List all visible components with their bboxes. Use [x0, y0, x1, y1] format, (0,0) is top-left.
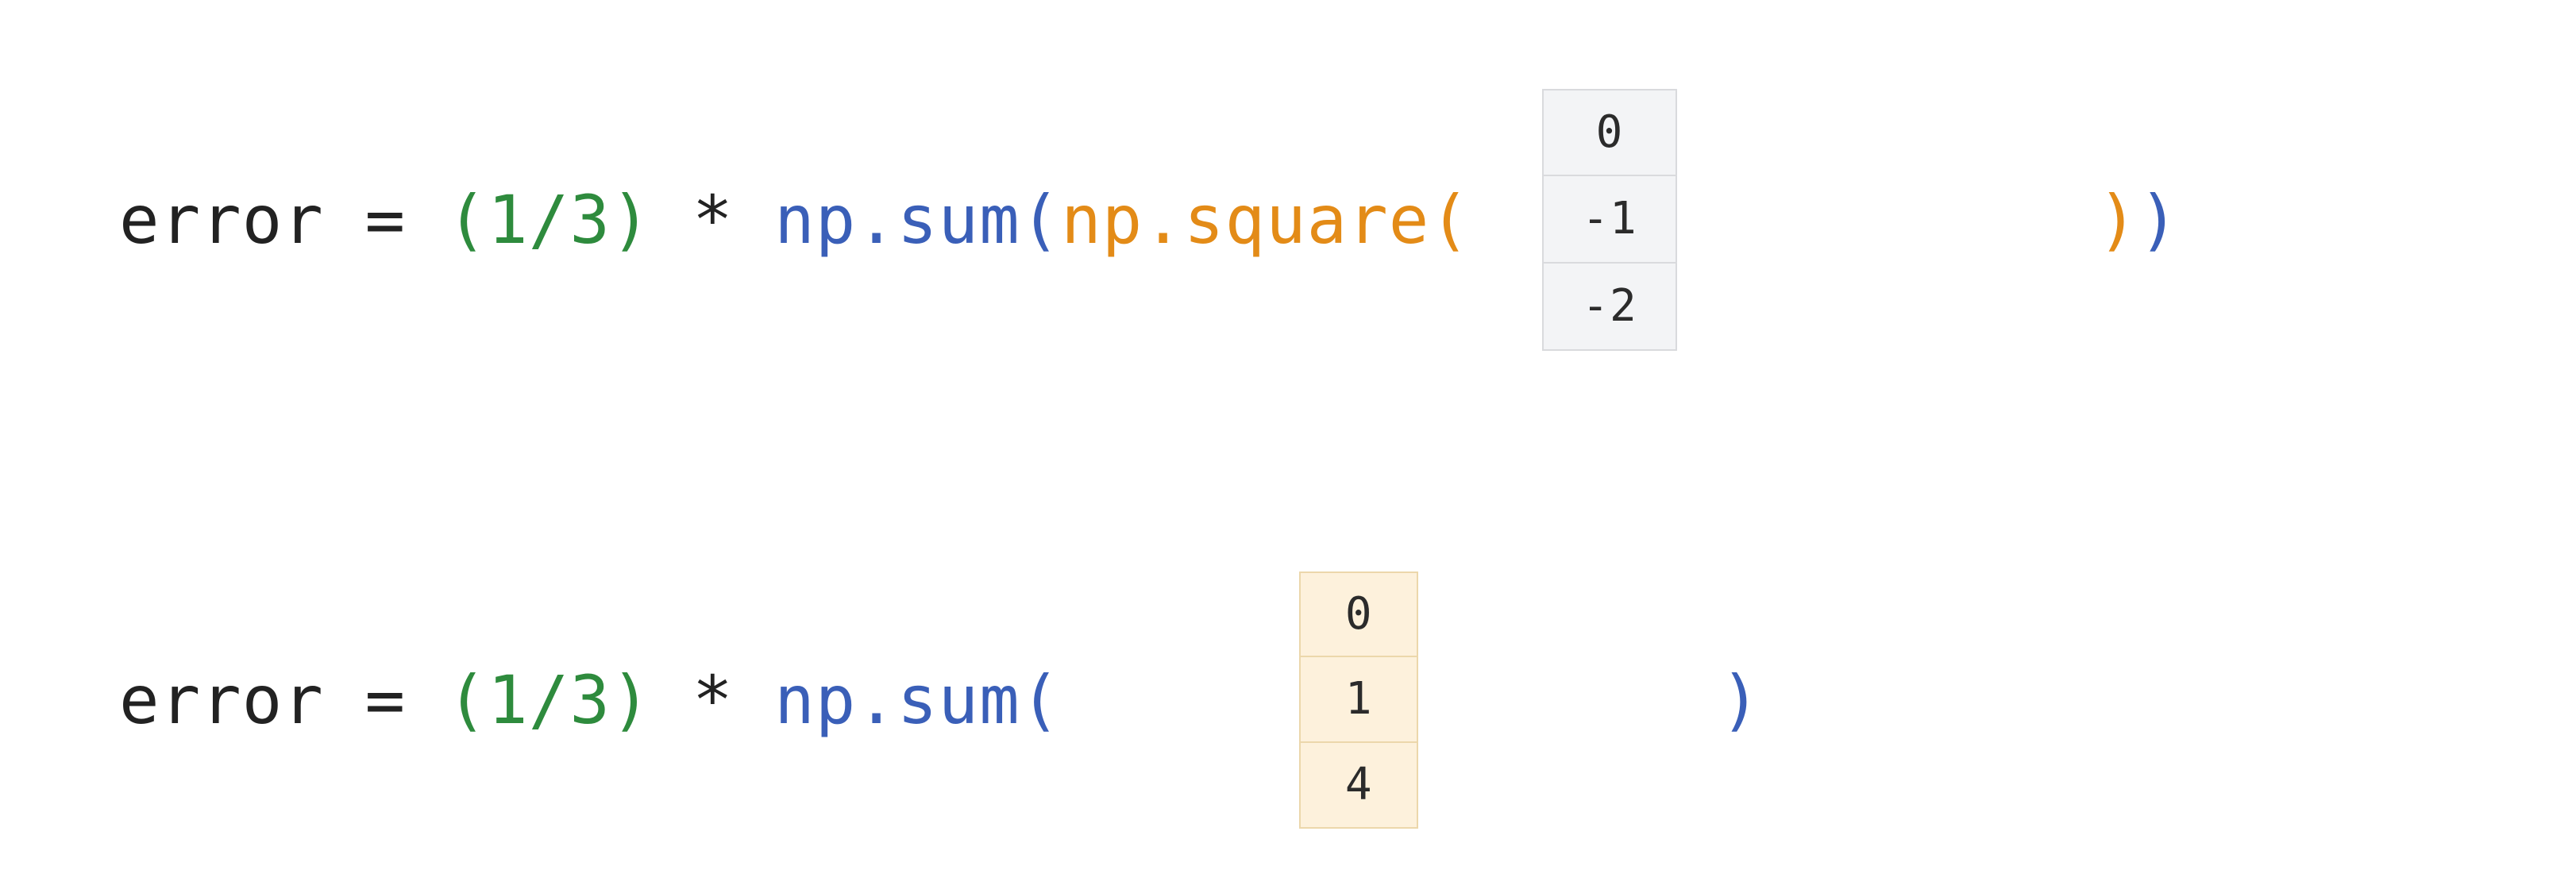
paren-close: ) — [611, 661, 652, 739]
paren-close: ) — [611, 181, 652, 259]
diagram-canvas: error = ( 1 / 3 ) * np.sum ( np.square (… — [0, 0, 2576, 889]
multiply-op: * — [651, 661, 774, 739]
fraction-den: 3 — [569, 181, 611, 259]
fraction-slash: / — [529, 661, 570, 739]
code-line-2: error = ( 1 / 3 ) * np.sum ( 0 1 4 ) — [119, 572, 1761, 829]
paren-open: ( — [447, 181, 488, 259]
fraction-num: 1 — [488, 181, 529, 259]
lhs-variable: error — [119, 661, 324, 739]
np-sum-open: ( — [1020, 181, 1062, 259]
input-vector-grey: 0 -1 -2 — [1542, 89, 1677, 351]
fraction-den: 3 — [569, 661, 611, 739]
lhs-variable: error — [119, 181, 324, 259]
vector-cell: -2 — [1542, 264, 1677, 351]
np-sum-call: np.sum — [774, 181, 1020, 259]
np-sum-open: ( — [1020, 661, 1062, 739]
multiply-op: * — [651, 181, 774, 259]
code-line-1: error = ( 1 / 3 ) * np.sum ( np.square (… — [119, 89, 2180, 351]
np-sum-close: ) — [1720, 661, 1761, 739]
fraction-slash: / — [529, 181, 570, 259]
np-sum-close: ) — [2138, 181, 2180, 259]
np-square-call: np.square — [1061, 181, 1429, 259]
equals-sign: = — [324, 661, 447, 739]
result-vector-cream: 0 1 4 — [1299, 572, 1418, 829]
vector-cell: 4 — [1299, 743, 1418, 829]
vector-cell: 0 — [1542, 89, 1677, 176]
fraction-num: 1 — [488, 661, 529, 739]
np-square-close: ) — [2097, 181, 2138, 259]
paren-open: ( — [447, 661, 488, 739]
vector-cell: 0 — [1299, 572, 1418, 657]
equals-sign: = — [324, 181, 447, 259]
np-sum-call: np.sum — [774, 661, 1020, 739]
vector-cell: -1 — [1542, 176, 1677, 264]
np-square-open: ( — [1429, 181, 1471, 259]
vector-cell: 1 — [1299, 657, 1418, 743]
